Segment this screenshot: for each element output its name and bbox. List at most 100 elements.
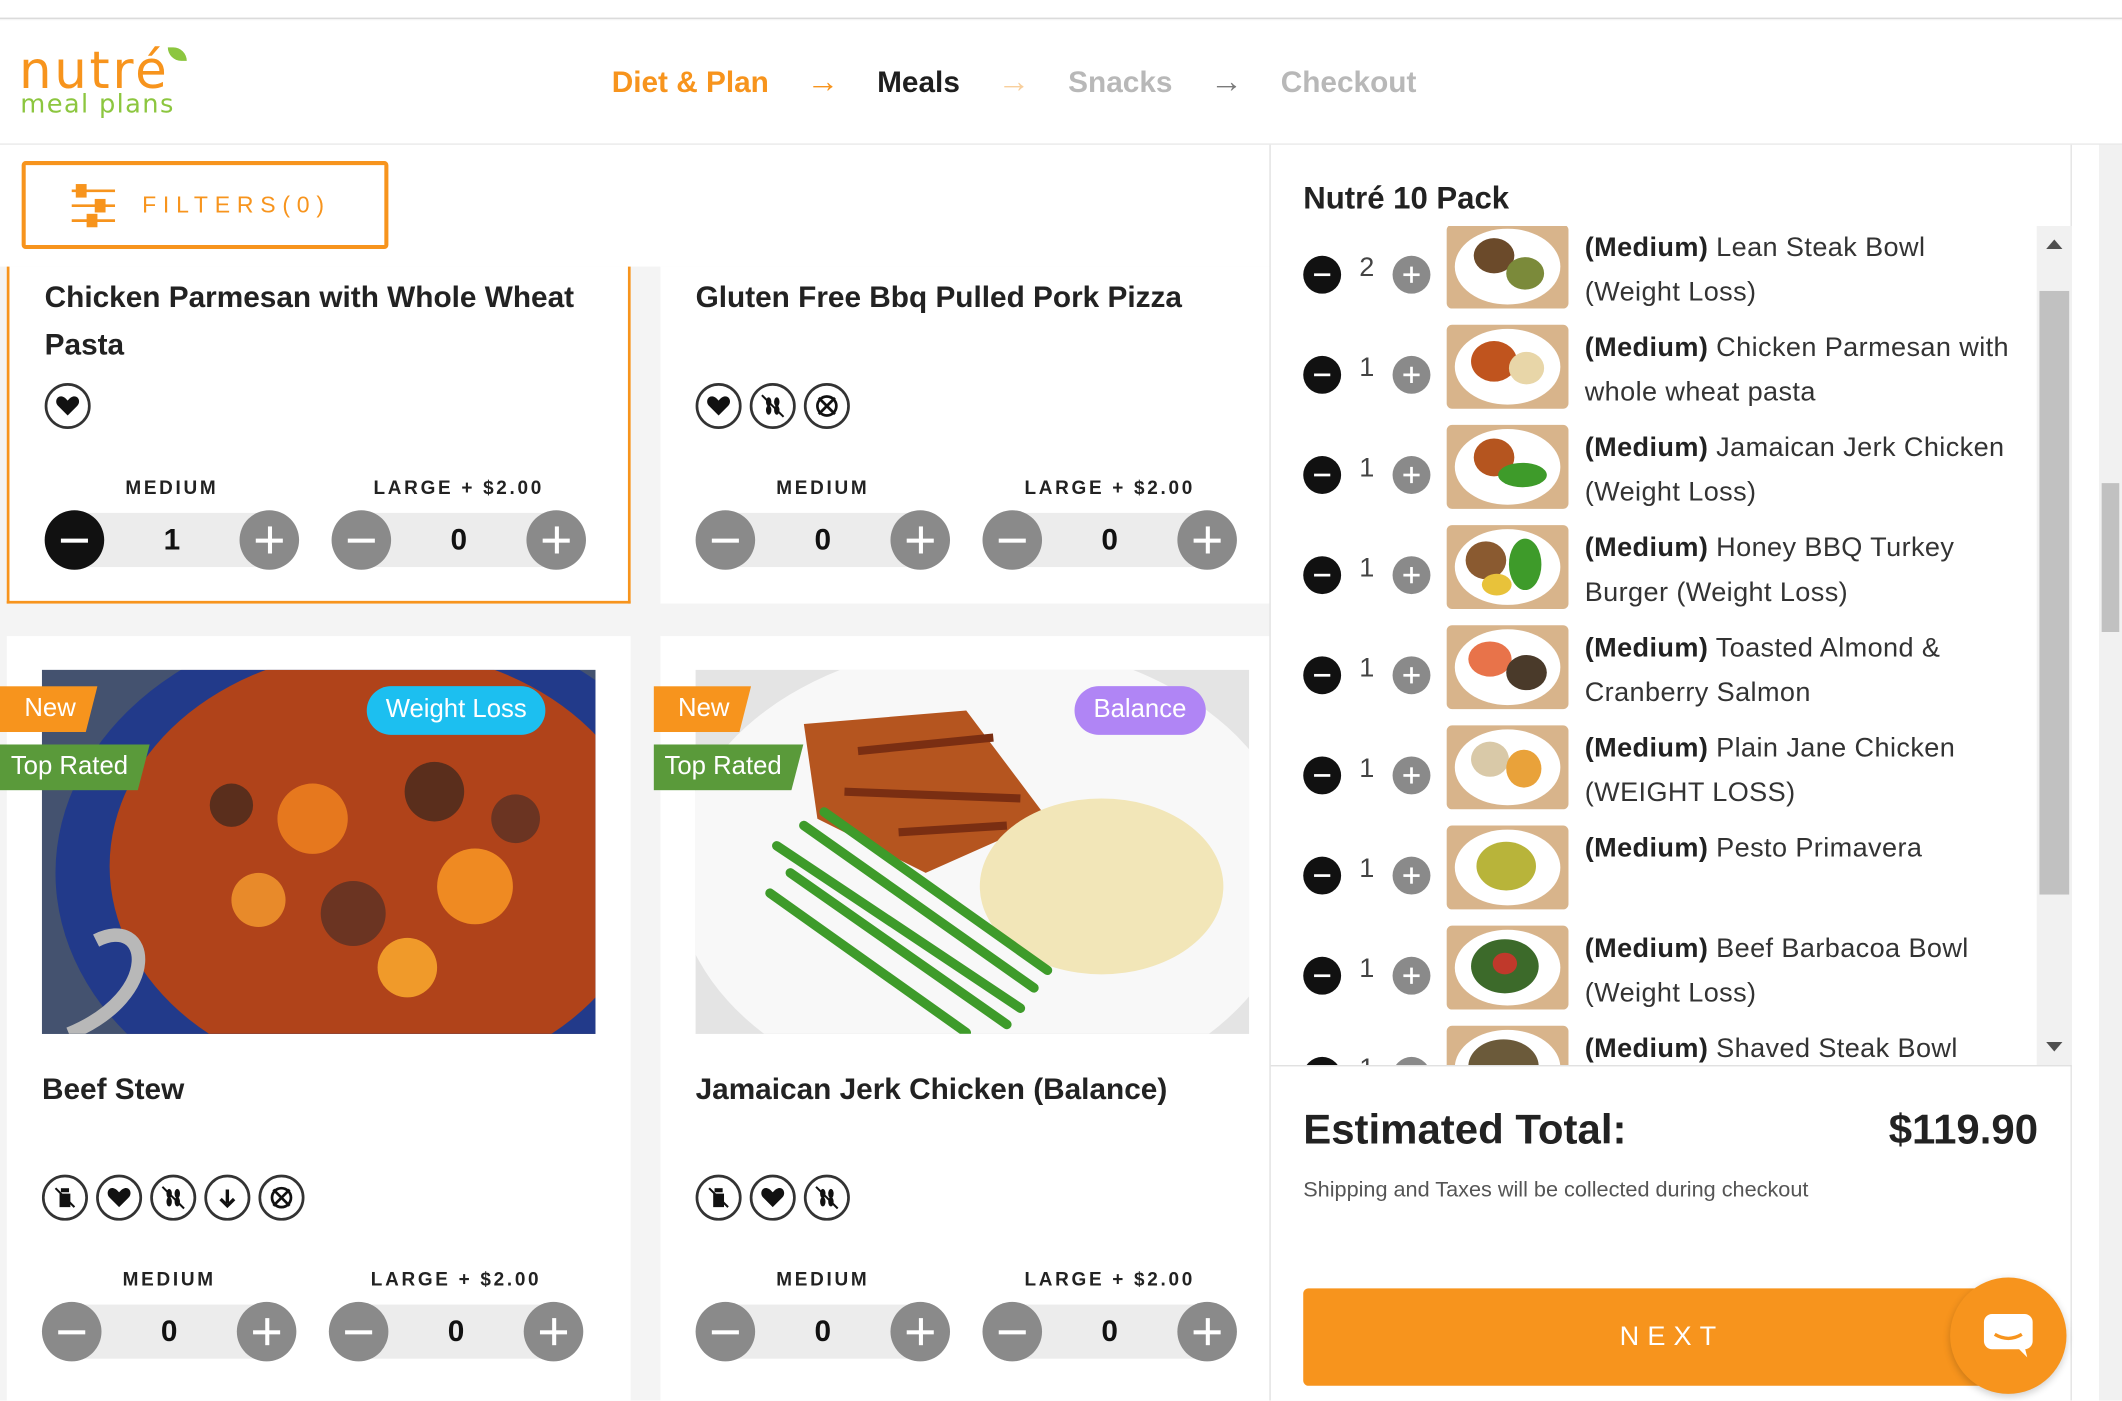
decrease-button[interactable] xyxy=(328,1301,389,1362)
increase-button[interactable] xyxy=(1392,956,1431,995)
low-carb-icon xyxy=(204,1174,251,1221)
scrollbar-thumb[interactable] xyxy=(2039,290,2070,895)
cart-item-size: (Medium) xyxy=(1584,1033,1709,1064)
large-quantity-stepper: 0 xyxy=(982,1301,1237,1362)
increase-button[interactable] xyxy=(1392,255,1431,294)
decrease-button[interactable] xyxy=(1303,456,1342,494)
cart-item-size: (Medium) xyxy=(1584,433,1709,463)
increase-button[interactable] xyxy=(236,1301,297,1362)
medium-quantity-stepper: 1 xyxy=(44,510,300,570)
cart-item-qty: 1 xyxy=(1359,954,1375,984)
increase-button[interactable] xyxy=(890,510,951,570)
meal-card[interactable]: Gluten Free Bbq Pulled Pork Pizza MEDIUM… xyxy=(660,266,1270,604)
decrease-button[interactable] xyxy=(1303,1056,1342,1066)
cart-scrollbar[interactable] xyxy=(2036,226,2072,1066)
estimated-total-label: Estimated Total: xyxy=(1303,1105,1627,1154)
decrease-button[interactable] xyxy=(982,510,1043,570)
diet-tags xyxy=(695,382,858,429)
cart-item-qty: 1 xyxy=(1359,753,1375,784)
cart-item-thumbnail xyxy=(1446,1025,1569,1066)
heart-icon xyxy=(695,382,742,429)
scroll-up-icon[interactable] xyxy=(2046,239,2063,250)
estimated-total-value: $119.90 xyxy=(1888,1105,2039,1154)
large-quantity-stepper: 0 xyxy=(331,510,586,570)
medium-quantity-stepper: 0 xyxy=(695,1301,951,1362)
increase-button[interactable] xyxy=(1392,355,1431,394)
sliders-icon xyxy=(71,184,116,228)
increase-button[interactable] xyxy=(1392,656,1431,695)
decrease-button[interactable] xyxy=(1303,355,1342,394)
cart-item-thumbnail xyxy=(1446,324,1569,409)
meal-card[interactable]: New Top Rated Weight Loss Beef Stew MEDI… xyxy=(0,636,631,1401)
decrease-button[interactable] xyxy=(695,510,756,570)
heart-icon xyxy=(44,382,91,429)
large-quantity-value: 0 xyxy=(1101,522,1118,557)
cart-item-thumbnail xyxy=(1446,424,1569,509)
increase-button[interactable] xyxy=(1392,756,1431,795)
increase-button[interactable] xyxy=(890,1301,951,1362)
browser-top-edge xyxy=(0,0,2122,19)
increase-button[interactable] xyxy=(239,510,300,570)
decrease-button[interactable] xyxy=(1303,556,1342,595)
increase-button[interactable] xyxy=(1177,510,1237,570)
cart-item-size: (Medium) xyxy=(1584,533,1709,563)
increase-button[interactable] xyxy=(1392,1056,1431,1066)
decrease-button[interactable] xyxy=(1303,956,1342,995)
badge-new: New xyxy=(653,686,752,733)
cart-item-qty: 1 xyxy=(1359,553,1375,584)
filters-label: FILTERS(0) xyxy=(142,192,331,218)
chat-button[interactable] xyxy=(1950,1277,2067,1394)
arrow-right-icon: → xyxy=(997,63,1031,101)
heart-icon xyxy=(96,1174,143,1221)
shipping-note: Shipping and Taxes will be collected dur… xyxy=(1303,1178,1809,1202)
cart-item-qty: 2 xyxy=(1359,253,1375,283)
meal-card[interactable]: Chicken Parmesan with Whole Wheat Pasta … xyxy=(6,266,631,604)
increase-button[interactable] xyxy=(1392,856,1431,895)
next-button[interactable]: NEXT xyxy=(1303,1288,2041,1386)
scrollbar-thumb[interactable] xyxy=(2101,483,2120,632)
logo-leaf-icon xyxy=(167,47,187,61)
decrease-button[interactable] xyxy=(1303,656,1342,695)
size-label-medium: MEDIUM xyxy=(122,1268,216,1290)
increase-button[interactable] xyxy=(523,1301,584,1362)
meal-title: Jamaican Jerk Chicken (Balance) xyxy=(695,1071,1168,1106)
gluten-free-icon xyxy=(803,382,850,429)
scroll-down-icon[interactable] xyxy=(2046,1042,2063,1052)
large-quantity-value: 0 xyxy=(450,522,468,557)
cart-item-thumbnail xyxy=(1446,725,1569,810)
medium-quantity-value: 0 xyxy=(160,1314,178,1348)
cart-title: Nutré 10 Pack xyxy=(1303,179,1510,216)
decrease-button[interactable] xyxy=(1303,856,1342,895)
cart-item-thumbnail xyxy=(1446,925,1569,1010)
logo[interactable]: nutré meal plans xyxy=(19,45,195,126)
increase-button[interactable] xyxy=(1177,1301,1237,1362)
diet-badge: Balance xyxy=(1074,686,1206,735)
decrease-button[interactable] xyxy=(41,1301,102,1362)
step-meals[interactable]: Meals xyxy=(877,65,960,100)
increase-button[interactable] xyxy=(526,510,586,570)
cart-item-qty: 1 xyxy=(1359,653,1375,684)
step-diet-plan[interactable]: Diet & Plan xyxy=(612,65,769,100)
decrease-button[interactable] xyxy=(1303,756,1342,795)
decrease-button[interactable] xyxy=(44,510,105,570)
diet-tags xyxy=(41,1174,313,1221)
decrease-button[interactable] xyxy=(331,510,392,570)
cart-list[interactable]: 2 (Medium) Lean Steak Bowl (Weight Loss)… xyxy=(1271,226,2037,1066)
cart-item-size: (Medium) xyxy=(1584,733,1709,764)
cart-item: 1 (Medium) Shaved Steak Bowl xyxy=(1271,1025,2037,1066)
medium-quantity-value: 1 xyxy=(163,522,181,557)
decrease-button[interactable] xyxy=(982,1301,1043,1362)
increase-button[interactable] xyxy=(1392,556,1431,595)
filters-button[interactable]: FILTERS(0) xyxy=(21,161,389,250)
increase-button[interactable] xyxy=(1392,456,1431,494)
step-snacks: Snacks xyxy=(1068,64,1173,99)
decrease-button[interactable] xyxy=(1303,255,1342,294)
meal-card[interactable]: New Top Rated Balance Jamaican Jerk Chic… xyxy=(653,636,1270,1401)
size-label-large: LARGE + $2.00 xyxy=(370,1268,542,1290)
decrease-button[interactable] xyxy=(695,1301,756,1362)
page-scrollbar[interactable] xyxy=(2098,144,2122,1401)
cart-item-thumbnail xyxy=(1446,825,1569,910)
gluten-free-icon xyxy=(258,1174,305,1221)
size-label-medium: MEDIUM xyxy=(776,1268,870,1290)
medium-quantity-value: 0 xyxy=(814,1314,832,1348)
